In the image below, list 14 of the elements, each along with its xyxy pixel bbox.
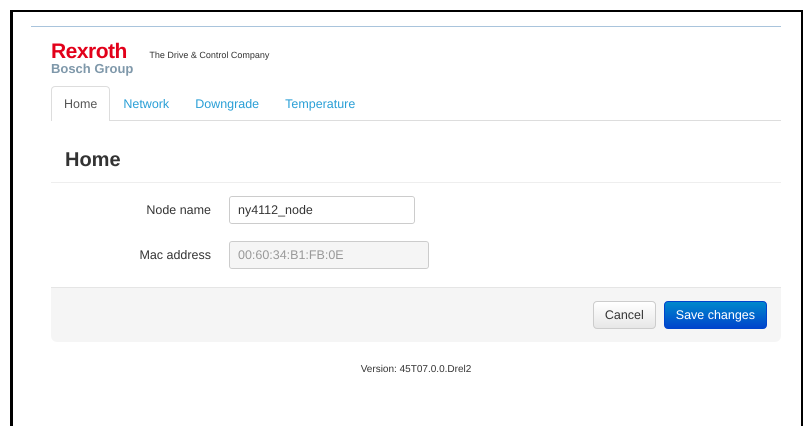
- group-logo: Bosch Group: [51, 62, 134, 75]
- field-label: Mac address: [138, 248, 212, 262]
- field-label: Node name: [145, 203, 212, 217]
- tagline: The Drive & Control Company: [149, 50, 270, 60]
- tab[interactable]: Network: [110, 86, 182, 121]
- brand-logo: Rexroth: [51, 41, 128, 62]
- tab[interactable]: Temperature: [272, 86, 368, 121]
- tab[interactable]: Downgrade: [182, 86, 272, 121]
- save-button[interactable]: Save changes: [664, 301, 767, 329]
- tab[interactable]: Home: [51, 86, 110, 121]
- input-field[interactable]: ny4112_node: [229, 196, 415, 224]
- version-text: Version: 45T07.0.0.Drel2: [360, 364, 472, 375]
- page-heading: Home: [51, 149, 781, 183]
- cancel-button[interactable]: Cancel: [592, 301, 656, 329]
